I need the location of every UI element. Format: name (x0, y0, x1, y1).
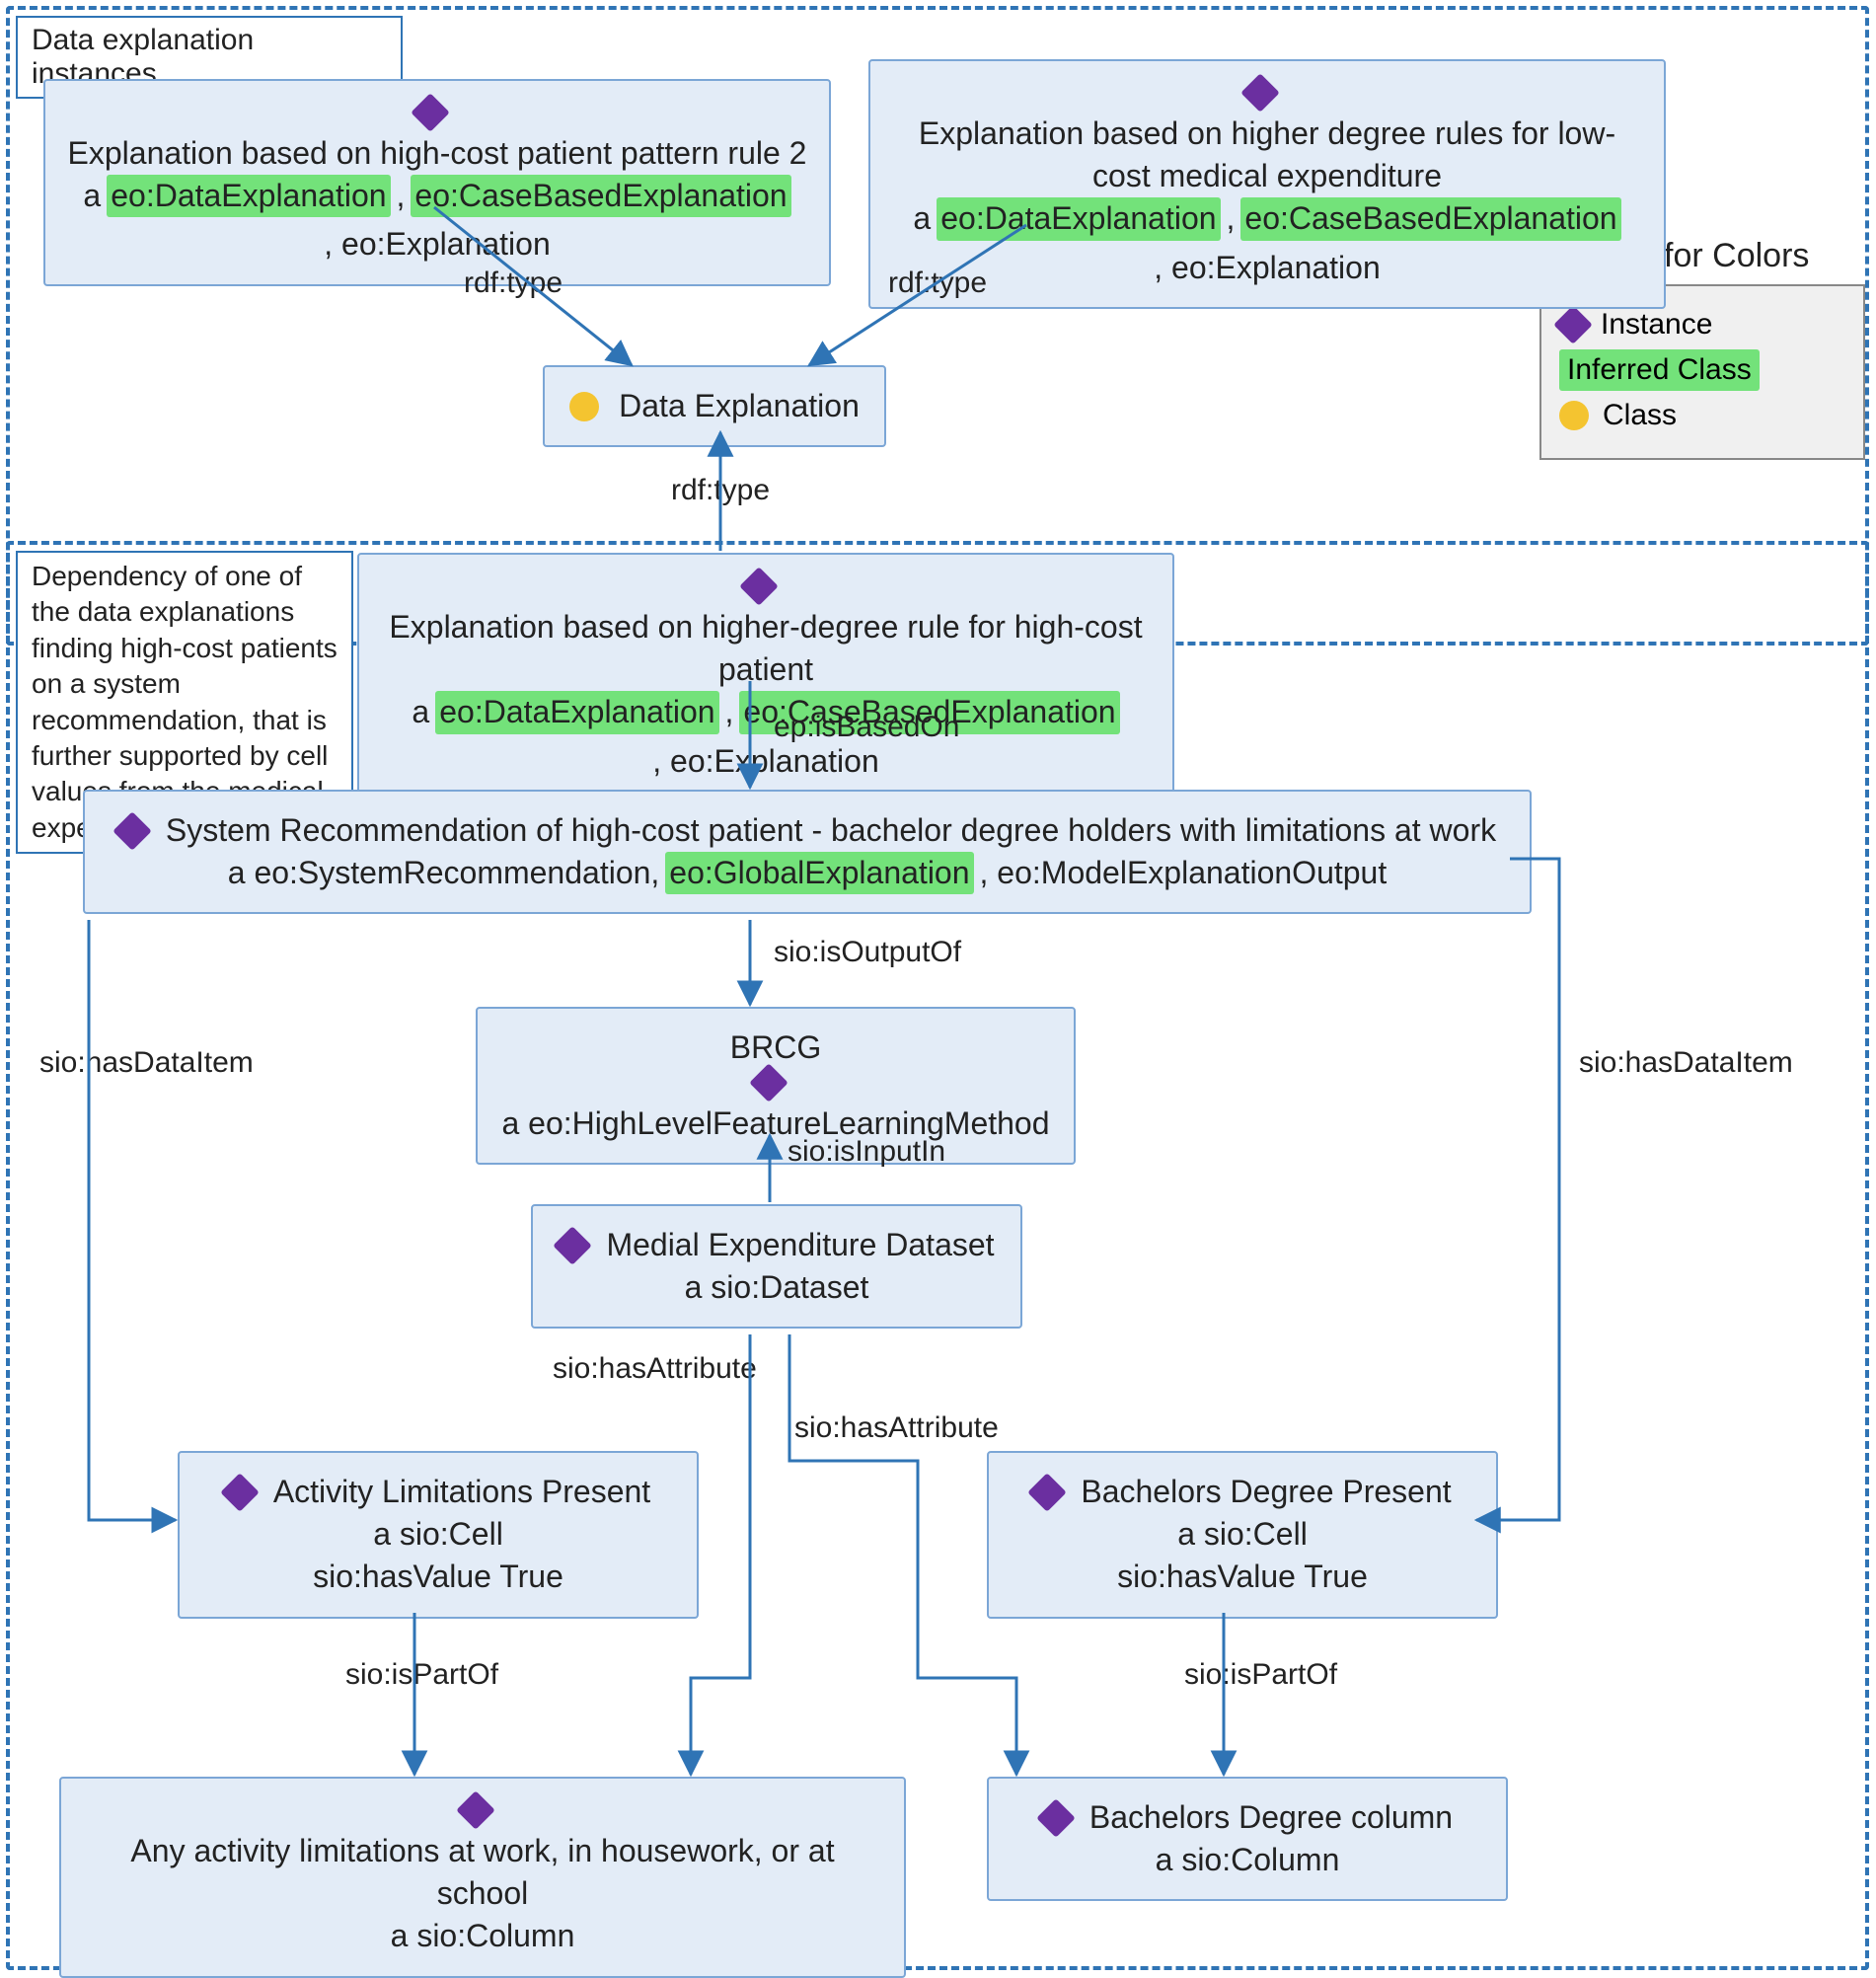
edges-svg (0, 0, 1876, 1971)
